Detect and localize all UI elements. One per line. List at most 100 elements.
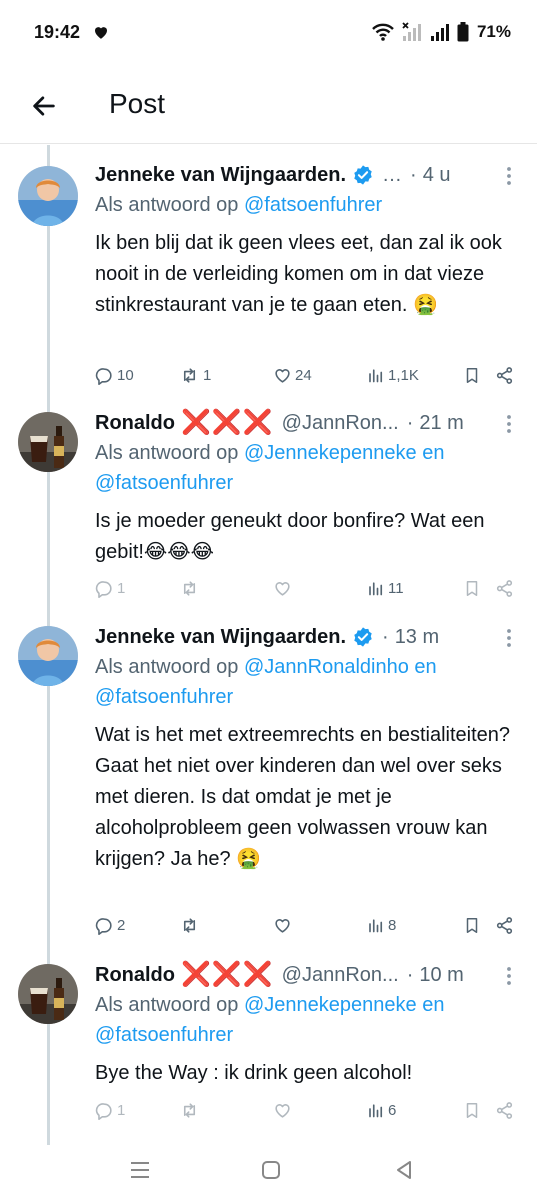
page-title: Post bbox=[109, 88, 166, 119]
share-button[interactable] bbox=[495, 579, 514, 598]
reply-button[interactable]: 2 bbox=[95, 916, 179, 935]
separator-dot: · bbox=[410, 164, 417, 186]
share-icon bbox=[496, 1101, 513, 1119]
mention-link[interactable]: @fatsoenfuhrer bbox=[244, 194, 382, 216]
tweet-text: Wat is het met extreemrechts en bestiali… bbox=[95, 724, 510, 870]
repost-icon bbox=[183, 1102, 196, 1118]
timestamp[interactable]: 13 m bbox=[395, 622, 439, 652]
author-name[interactable]: Jenneke van Wijngaarden. bbox=[95, 622, 346, 652]
reply-button[interactable]: 10 bbox=[95, 366, 179, 385]
author-emoji-marks: ❌❌❌ bbox=[181, 961, 274, 988]
reply-icon bbox=[95, 1102, 112, 1120]
mention-link[interactable]: @fatsoenfuhrer bbox=[95, 686, 233, 708]
repost-icon bbox=[183, 580, 196, 596]
bookmark-icon bbox=[466, 1102, 478, 1118]
wifi-icon bbox=[372, 23, 394, 41]
like-button[interactable] bbox=[273, 579, 367, 598]
share-button[interactable] bbox=[495, 916, 514, 935]
avatar[interactable] bbox=[18, 964, 78, 1024]
more-vertical-icon[interactable] bbox=[497, 626, 521, 650]
back-nav-button[interactable] bbox=[390, 1156, 418, 1184]
reply-context: Als antwoord op @fatsoenfuhrer bbox=[95, 194, 383, 216]
heart-icon bbox=[275, 1103, 290, 1118]
views-icon bbox=[369, 918, 383, 932]
like-button[interactable] bbox=[273, 1101, 367, 1120]
back-button[interactable] bbox=[24, 86, 64, 126]
share-button[interactable] bbox=[495, 1101, 514, 1120]
repost-button[interactable] bbox=[179, 916, 273, 935]
views-button[interactable]: 11 bbox=[367, 579, 463, 598]
reply-icon bbox=[95, 367, 112, 385]
heart-notification-icon bbox=[95, 27, 107, 39]
tweet-actions: 1 6 bbox=[95, 1098, 521, 1122]
home-button[interactable] bbox=[257, 1156, 285, 1184]
no-signal-icon bbox=[402, 22, 421, 41]
handle[interactable]: @JannRon... bbox=[282, 408, 399, 438]
mention-link[interactable]: @fatsoenfuhrer bbox=[95, 472, 233, 494]
views-button[interactable]: 6 bbox=[367, 1101, 463, 1120]
signal-icon bbox=[430, 24, 449, 41]
bookmark-button[interactable] bbox=[463, 579, 495, 598]
mention-link[interactable]: @Jennekepenneke en bbox=[244, 994, 444, 1016]
heart-icon bbox=[275, 918, 290, 933]
avatar[interactable] bbox=[18, 166, 78, 226]
heart-icon bbox=[275, 368, 290, 383]
like-button[interactable] bbox=[273, 916, 367, 935]
status-icons: 71% bbox=[371, 20, 511, 44]
author-name[interactable]: Ronaldo bbox=[95, 408, 175, 438]
verified-badge-icon bbox=[354, 627, 372, 647]
share-button[interactable] bbox=[495, 366, 514, 385]
reply-button[interactable]: 1 bbox=[95, 1101, 179, 1120]
avatar[interactable] bbox=[18, 626, 78, 686]
verified-badge-icon bbox=[354, 165, 372, 185]
heart-icon bbox=[275, 581, 290, 596]
reply-button[interactable]: 1 bbox=[95, 579, 179, 598]
author-emoji-marks: ❌❌❌ bbox=[181, 409, 274, 436]
system-nav-bar bbox=[0, 1136, 537, 1200]
timestamp[interactable]: 4 u bbox=[423, 160, 451, 190]
more-vertical-icon[interactable] bbox=[497, 964, 521, 988]
handle[interactable]: … bbox=[382, 160, 402, 190]
battery-percent: 71% bbox=[476, 22, 511, 41]
timestamp[interactable]: 10 m bbox=[419, 960, 463, 990]
home-icon bbox=[262, 1161, 280, 1179]
repost-button[interactable] bbox=[179, 579, 273, 598]
bookmark-button[interactable] bbox=[463, 366, 495, 385]
views-button[interactable]: 1,1K bbox=[367, 366, 463, 385]
tweet-text: Bye the Way : ik drink geen alcohol! bbox=[95, 1062, 413, 1084]
mention-link[interactable]: @fatsoenfuhrer bbox=[95, 1024, 233, 1046]
like-button[interactable]: 24 bbox=[273, 366, 367, 385]
views-button[interactable]: 8 bbox=[367, 916, 463, 935]
more-vertical-icon[interactable] bbox=[497, 164, 521, 188]
views-icon bbox=[369, 368, 383, 382]
bookmark-icon bbox=[466, 580, 478, 596]
tweet-actions: 1 11 bbox=[95, 576, 521, 600]
repost-button[interactable]: 1 bbox=[179, 366, 273, 385]
author-name[interactable]: Jenneke van Wijngaarden. bbox=[95, 160, 346, 190]
bookmark-icon bbox=[466, 917, 478, 933]
repost-icon bbox=[183, 917, 196, 933]
timestamp[interactable]: 21 m bbox=[419, 408, 463, 438]
author-name[interactable]: Ronaldo bbox=[95, 960, 175, 990]
reply-context: Als antwoord op @JannRonaldinho en @fats… bbox=[95, 656, 437, 708]
views-icon bbox=[369, 581, 383, 595]
more-vertical-icon[interactable] bbox=[497, 412, 521, 436]
arrow-left-icon bbox=[33, 96, 55, 116]
bookmark-icon bbox=[466, 367, 478, 383]
reply-icon bbox=[95, 580, 112, 598]
tweet-actions: 2 8 bbox=[95, 913, 521, 937]
mention-link[interactable]: @JannRonaldinho en bbox=[244, 656, 437, 678]
repost-button[interactable] bbox=[179, 1101, 273, 1120]
reply-context: Als antwoord op @Jennekepenneke en @fats… bbox=[95, 994, 445, 1046]
avatar[interactable] bbox=[18, 412, 78, 472]
handle[interactable]: @JannRon... bbox=[282, 960, 399, 990]
recents-icon bbox=[131, 1162, 149, 1178]
views-icon bbox=[369, 1103, 383, 1117]
share-icon bbox=[496, 366, 513, 384]
bookmark-button[interactable] bbox=[463, 916, 495, 935]
recents-button[interactable] bbox=[126, 1156, 154, 1184]
tweet-actions: 10 1 24 1,1K bbox=[95, 363, 521, 387]
bookmark-button[interactable] bbox=[463, 1101, 495, 1120]
back-triangle-icon bbox=[397, 1161, 411, 1179]
mention-link[interactable]: @Jennekepenneke en bbox=[244, 442, 444, 464]
